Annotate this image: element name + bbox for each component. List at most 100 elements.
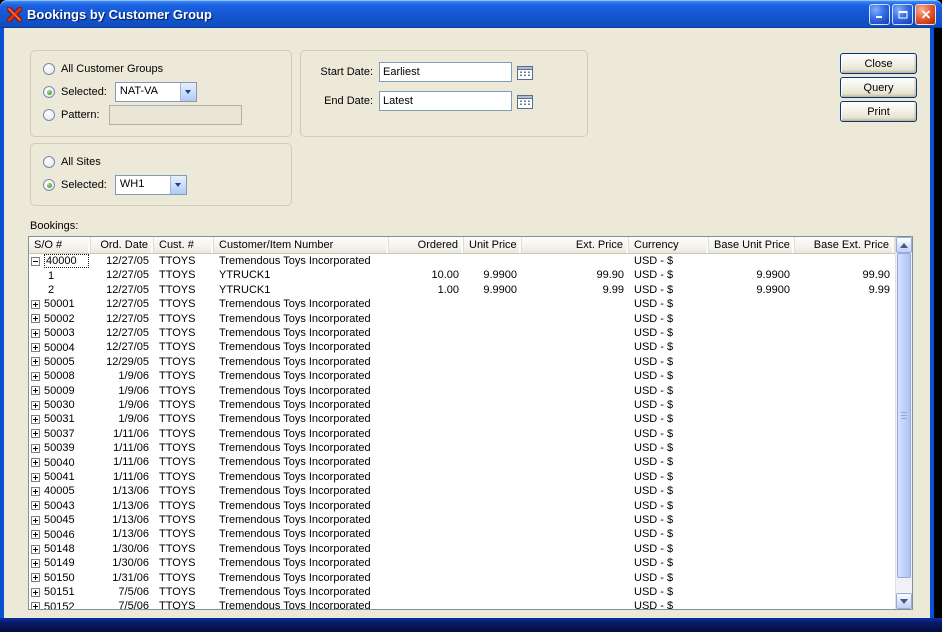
pattern-radio[interactable] bbox=[43, 109, 55, 121]
table-row[interactable]: 501517/5/06TTOYSTremendous Toys Incorpor… bbox=[29, 585, 895, 599]
start-date-calendar-button[interactable] bbox=[515, 62, 535, 82]
pattern-input[interactable] bbox=[109, 105, 242, 125]
column-header[interactable]: Unit Price bbox=[464, 237, 522, 253]
expand-icon[interactable] bbox=[31, 386, 40, 395]
table-row[interactable]: 500301/9/06TTOYSTremendous Toys Incorpor… bbox=[29, 398, 895, 412]
table-cell bbox=[464, 384, 522, 398]
scroll-thumb[interactable] bbox=[897, 253, 911, 578]
close-button[interactable] bbox=[915, 4, 936, 25]
table-row[interactable]: 501491/30/06TTOYSTremendous Toys Incorpo… bbox=[29, 556, 895, 570]
customer-group-combobox[interactable]: NAT-VA bbox=[115, 82, 197, 102]
table-cell bbox=[389, 254, 464, 268]
expand-icon[interactable] bbox=[31, 458, 40, 467]
table-cell bbox=[709, 599, 795, 609]
table-cell bbox=[389, 398, 464, 412]
table-row[interactable]: 500311/9/06TTOYSTremendous Toys Incorpor… bbox=[29, 412, 895, 426]
titlebar[interactable]: Bookings by Customer Group bbox=[0, 0, 942, 28]
end-date-input[interactable] bbox=[379, 91, 512, 111]
column-header[interactable]: Ext. Price bbox=[522, 237, 629, 253]
chevron-down-icon[interactable] bbox=[170, 176, 186, 194]
table-row[interactable]: 400051/13/06TTOYSTremendous Toys Incorpo… bbox=[29, 484, 895, 498]
scroll-down-button[interactable] bbox=[896, 593, 912, 609]
expand-icon[interactable] bbox=[31, 473, 40, 482]
minimize-button[interactable] bbox=[869, 4, 890, 25]
end-date-calendar-button[interactable] bbox=[515, 91, 535, 111]
selected-customer-group-radio[interactable] bbox=[43, 86, 55, 98]
expand-icon[interactable] bbox=[31, 401, 40, 410]
expand-icon[interactable] bbox=[31, 429, 40, 438]
expand-icon[interactable] bbox=[31, 573, 40, 582]
table-row[interactable]: 500451/13/06TTOYSTremendous Toys Incorpo… bbox=[29, 513, 895, 527]
column-header[interactable]: Base Ext. Price bbox=[795, 237, 895, 253]
maximize-button[interactable] bbox=[892, 4, 913, 25]
table-row[interactable]: 500401/11/06TTOYSTremendous Toys Incorpo… bbox=[29, 455, 895, 469]
table-row[interactable]: 500411/11/06TTOYSTremendous Toys Incorpo… bbox=[29, 470, 895, 484]
collapse-icon[interactable] bbox=[31, 257, 40, 266]
close-dialog-button[interactable]: Close bbox=[840, 53, 917, 74]
scroll-up-button[interactable] bbox=[896, 237, 912, 253]
table-row[interactable]: 500461/13/06TTOYSTremendous Toys Incorpo… bbox=[29, 527, 895, 541]
expand-icon[interactable] bbox=[31, 415, 40, 424]
column-header[interactable]: Base Unit Price bbox=[709, 237, 795, 253]
table-row[interactable]: 5000312/27/05TTOYSTremendous Toys Incorp… bbox=[29, 326, 895, 340]
column-header[interactable]: S/O # bbox=[29, 237, 91, 253]
table-row[interactable]: 500081/9/06TTOYSTremendous Toys Incorpor… bbox=[29, 369, 895, 383]
expand-icon[interactable] bbox=[31, 314, 40, 323]
expand-icon[interactable] bbox=[31, 444, 40, 453]
table-cell: USD - $ bbox=[629, 599, 709, 609]
column-header[interactable]: Ord. Date bbox=[91, 237, 154, 253]
table-row[interactable]: 5000412/27/05TTOYSTremendous Toys Incorp… bbox=[29, 340, 895, 354]
expand-icon[interactable] bbox=[31, 602, 40, 609]
so-number: 50040 bbox=[44, 457, 75, 469]
expand-icon[interactable] bbox=[31, 588, 40, 597]
all-sites-radio[interactable] bbox=[43, 156, 55, 168]
all-customer-groups-radio[interactable] bbox=[43, 63, 55, 75]
table-row[interactable]: 501527/5/06TTOYSTremendous Toys Incorpor… bbox=[29, 599, 895, 609]
column-header[interactable]: Cust. # bbox=[154, 237, 214, 253]
table-cell: 50046 bbox=[29, 527, 91, 541]
table-row[interactable]: 4000012/27/05TTOYSTremendous Toys Incorp… bbox=[29, 254, 895, 268]
site-combobox[interactable]: WH1 bbox=[115, 175, 187, 195]
expand-icon[interactable] bbox=[31, 343, 40, 352]
table-row[interactable]: 5000212/27/05TTOYSTremendous Toys Incorp… bbox=[29, 312, 895, 326]
table-row[interactable]: 112/27/05TTOYSYTRUCK110.009.990099.90USD… bbox=[29, 268, 895, 282]
table-row[interactable]: 5000112/27/05TTOYSTremendous Toys Incorp… bbox=[29, 297, 895, 311]
table-row[interactable]: 500091/9/06TTOYSTremendous Toys Incorpor… bbox=[29, 384, 895, 398]
table-cell: TTOYS bbox=[154, 268, 214, 282]
expand-icon[interactable] bbox=[31, 516, 40, 525]
table-row[interactable]: 5000512/29/05TTOYSTremendous Toys Incorp… bbox=[29, 355, 895, 369]
print-button[interactable]: Print bbox=[840, 101, 917, 122]
table-row[interactable]: 212/27/05TTOYSYTRUCK11.009.99009.99USD -… bbox=[29, 283, 895, 297]
query-button[interactable]: Query bbox=[840, 77, 917, 98]
column-header[interactable]: Ordered bbox=[389, 237, 464, 253]
expand-icon[interactable] bbox=[31, 487, 40, 496]
selected-site-radio[interactable] bbox=[43, 179, 55, 191]
chevron-down-icon[interactable] bbox=[180, 83, 196, 101]
table-row[interactable]: 501481/30/06TTOYSTremendous Toys Incorpo… bbox=[29, 542, 895, 556]
column-header[interactable]: Currency bbox=[629, 237, 709, 253]
table-cell: USD - $ bbox=[629, 441, 709, 455]
table-row[interactable]: 500431/13/06TTOYSTremendous Toys Incorpo… bbox=[29, 499, 895, 513]
table-cell bbox=[389, 384, 464, 398]
expand-icon[interactable] bbox=[31, 300, 40, 309]
expand-icon[interactable] bbox=[31, 545, 40, 554]
scroll-track[interactable] bbox=[896, 253, 912, 593]
so-number: 50005 bbox=[44, 356, 75, 368]
start-date-input[interactable] bbox=[379, 62, 512, 82]
table-row[interactable]: 500391/11/06TTOYSTremendous Toys Incorpo… bbox=[29, 441, 895, 455]
expand-icon[interactable] bbox=[31, 530, 40, 539]
expand-icon[interactable] bbox=[31, 357, 40, 366]
all-sites-label: All Sites bbox=[61, 156, 101, 168]
dialog-client-area: All Customer Groups Selected: NAT-VA Pat… bbox=[0, 28, 934, 618]
table-cell bbox=[389, 355, 464, 369]
vertical-scrollbar[interactable] bbox=[895, 237, 912, 609]
expand-icon[interactable] bbox=[31, 372, 40, 381]
table-row[interactable]: 501501/31/06TTOYSTremendous Toys Incorpo… bbox=[29, 571, 895, 585]
expand-icon[interactable] bbox=[31, 329, 40, 338]
column-header[interactable]: Customer/Item Number bbox=[214, 237, 389, 253]
table-cell: 1.00 bbox=[389, 283, 464, 297]
expand-icon[interactable] bbox=[31, 501, 40, 510]
table-row[interactable]: 500371/11/06TTOYSTremendous Toys Incorpo… bbox=[29, 427, 895, 441]
expand-icon[interactable] bbox=[31, 559, 40, 568]
table-cell bbox=[709, 455, 795, 469]
